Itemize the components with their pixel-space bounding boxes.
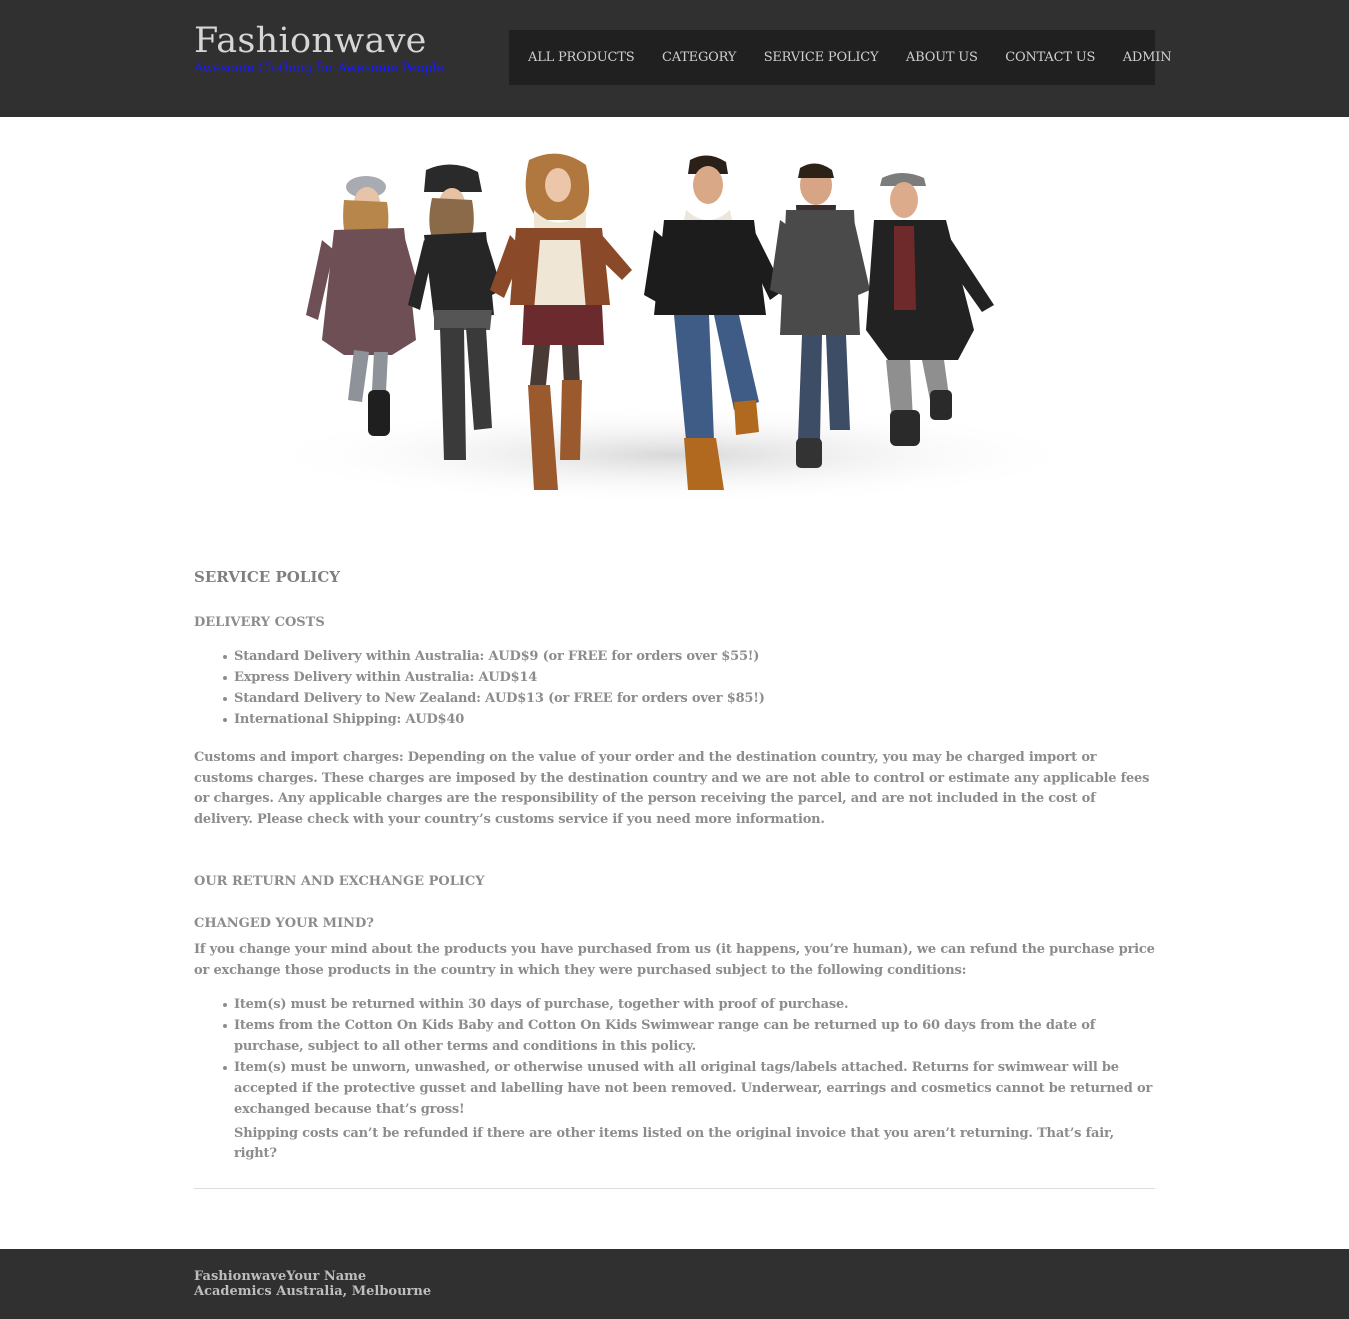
customs-paragraph: Customs and import charges: Depending on… bbox=[194, 750, 1150, 828]
site-header: Fashionwave Awesome Clothing for Awesome… bbox=[0, 0, 1349, 117]
site-logo[interactable]: Fashionwave bbox=[194, 20, 427, 62]
delivery-item: Express Delivery within Australia: AUD$1… bbox=[223, 667, 1154, 688]
delivery-item: International Shipping: AUD$40 bbox=[223, 709, 1154, 730]
delivery-item: Standard Delivery within Australia: AUD$… bbox=[223, 646, 1154, 667]
delivery-item: Standard Delivery to New Zealand: AUD$13… bbox=[223, 688, 1154, 709]
nav-admin[interactable]: ADMIN bbox=[1123, 50, 1172, 65]
nav-contact-us[interactable]: CONTACT US bbox=[1005, 50, 1095, 65]
content-divider bbox=[194, 1188, 1155, 1189]
returns-list: Item(s) must be returned within 30 days … bbox=[223, 994, 1154, 1120]
delivery-heading: DELIVERY COSTS bbox=[194, 615, 325, 630]
footer-name: FashionwaveYour Name bbox=[194, 1269, 367, 1284]
page-title: SERVICE POLICY bbox=[194, 568, 341, 586]
returns-item: Item(s) must be returned within 30 days … bbox=[223, 994, 1154, 1015]
changed-mind-heading: CHANGED YOUR MIND? bbox=[194, 916, 374, 931]
delivery-list: Standard Delivery within Australia: AUD$… bbox=[223, 646, 1154, 730]
site-footer: FashionwaveYour Name Academics Australia… bbox=[0, 1249, 1349, 1319]
main-nav: ALL PRODUCTS CATEGORY SERVICE POLICY ABO… bbox=[509, 30, 1172, 85]
nav-category[interactable]: CATEGORY bbox=[662, 50, 736, 65]
returns-intro: If you change your mind about the produc… bbox=[194, 942, 1155, 978]
footer-address: Academics Australia, Melbourne bbox=[194, 1284, 432, 1299]
nav-all-products[interactable]: ALL PRODUCTS bbox=[528, 50, 635, 65]
returns-item: Item(s) must be unworn, unwashed, or oth… bbox=[223, 1057, 1154, 1120]
nav-about-us[interactable]: ABOUT US bbox=[906, 50, 978, 65]
returns-heading: OUR RETURN AND EXCHANGE POLICY bbox=[194, 874, 485, 889]
shipping-note: Shipping costs can’t be refunded if ther… bbox=[234, 1126, 1114, 1161]
site-tagline: Awesome Clothing for Awesome People bbox=[194, 61, 444, 76]
hero-banner-image bbox=[194, 140, 1155, 500]
nav-service-policy[interactable]: SERVICE POLICY bbox=[764, 50, 879, 65]
returns-item: Items from the Cotton On Kids Baby and C… bbox=[223, 1015, 1154, 1057]
